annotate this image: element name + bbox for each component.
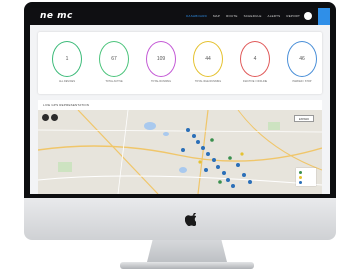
stat-card-total-running[interactable]: 109 TOTAL RUNNING bbox=[146, 41, 176, 83]
app-screen: ne mc DASHBOARD MAP ROUTE SCHEDULE ALERT… bbox=[30, 8, 330, 194]
legend-parked-icon bbox=[299, 181, 302, 184]
stat-value: 44 bbox=[205, 56, 211, 62]
nav-item-report[interactable]: REPORT bbox=[286, 14, 300, 18]
user-circle-icon[interactable] bbox=[304, 12, 312, 20]
stat-ring: 109 bbox=[146, 41, 176, 77]
nav-item-map[interactable]: MAP bbox=[213, 14, 220, 18]
map-expand-button[interactable]: EXPAND bbox=[294, 115, 314, 122]
vehicle-marker bbox=[198, 160, 202, 164]
vehicle-marker bbox=[204, 168, 208, 172]
stat-card-inactive[interactable]: 4 INACTIVE / OFFLINE bbox=[240, 41, 270, 83]
nav-item-schedule[interactable]: SCHEDULE bbox=[244, 14, 262, 18]
stat-value: 4 bbox=[253, 56, 257, 62]
vehicle-marker bbox=[228, 156, 232, 160]
vehicle-marker bbox=[186, 128, 190, 132]
notification-tab[interactable] bbox=[318, 8, 330, 25]
stat-ring: 67 bbox=[99, 41, 129, 77]
vehicle-markers bbox=[181, 128, 252, 188]
imac-base bbox=[120, 262, 254, 269]
stat-label: ALL DEVICES bbox=[58, 80, 76, 83]
vehicle-marker bbox=[236, 163, 240, 167]
vehicle-marker bbox=[218, 180, 222, 184]
nav-item-alerts[interactable]: ALERTS bbox=[268, 14, 281, 18]
vehicle-marker bbox=[248, 180, 252, 184]
vehicle-marker bbox=[240, 152, 244, 156]
stat-ring: 44 bbox=[193, 41, 223, 77]
stat-label: TOTAL IDLE RUNNING bbox=[194, 80, 222, 83]
stat-ring: 46 bbox=[287, 41, 317, 77]
legend-running-icon bbox=[299, 171, 302, 174]
vehicle-marker bbox=[226, 178, 230, 182]
stat-card-parked[interactable]: 46 PARKED / STOP bbox=[287, 41, 317, 83]
gps-map[interactable]: EXPAND bbox=[38, 110, 322, 194]
map-zoom-in-icon[interactable] bbox=[42, 114, 49, 121]
apple-logo-icon bbox=[185, 213, 196, 226]
stat-label: TOTAL RUNNING bbox=[150, 80, 172, 83]
nav-links: DASHBOARD MAP ROUTE SCHEDULE ALERTS REPO… bbox=[186, 14, 300, 18]
stat-ring: 1 bbox=[52, 41, 82, 77]
stat-card-total-idle[interactable]: 44 TOTAL IDLE RUNNING bbox=[193, 41, 223, 83]
stat-card-all-devices[interactable]: 1 ALL DEVICES bbox=[52, 41, 82, 83]
stat-label: TOTAL ACTIVE bbox=[105, 80, 123, 83]
vehicle-marker bbox=[181, 148, 185, 152]
top-navbar: ne mc DASHBOARD MAP ROUTE SCHEDULE ALERT… bbox=[30, 8, 330, 25]
vehicle-marker bbox=[222, 171, 226, 175]
vehicle-marker bbox=[210, 138, 214, 142]
vehicle-marker bbox=[201, 146, 205, 150]
vehicle-marker bbox=[242, 173, 246, 177]
vehicle-marker bbox=[216, 165, 220, 169]
imac-monitor-bezel: ne mc DASHBOARD MAP ROUTE SCHEDULE ALERT… bbox=[24, 2, 336, 216]
stat-label: INACTIVE / OFFLINE bbox=[242, 80, 268, 83]
vehicle-marker bbox=[206, 152, 210, 156]
nav-item-dashboard[interactable]: DASHBOARD bbox=[186, 14, 207, 18]
map-legend bbox=[296, 168, 316, 186]
stat-value: 67 bbox=[111, 56, 117, 62]
app-logo[interactable]: ne mc bbox=[40, 11, 73, 21]
nav-item-route[interactable]: ROUTE bbox=[226, 14, 238, 18]
vehicle-marker bbox=[192, 134, 196, 138]
stat-card-total-active[interactable]: 67 TOTAL ACTIVE bbox=[99, 41, 129, 83]
imac-chin bbox=[24, 198, 336, 240]
map-zoom-out-icon[interactable] bbox=[51, 114, 58, 121]
stats-panel: 1 ALL DEVICES 67 TOTAL ACTIVE 109 TOTAL … bbox=[38, 32, 322, 94]
legend-idle-icon bbox=[299, 176, 302, 179]
live-map-panel: LIVE GPS REPRESENTATION EXPAND bbox=[38, 100, 322, 194]
stat-label: PARKED / STOP bbox=[292, 80, 312, 83]
stat-ring: 4 bbox=[240, 41, 270, 77]
vehicle-marker bbox=[212, 158, 216, 162]
vehicle-marker bbox=[196, 140, 200, 144]
vehicle-marker bbox=[231, 184, 235, 188]
stat-value: 109 bbox=[156, 56, 166, 62]
stat-value: 1 bbox=[65, 56, 69, 62]
map-title: LIVE GPS REPRESENTATION bbox=[43, 103, 90, 107]
stat-value: 46 bbox=[299, 56, 305, 62]
